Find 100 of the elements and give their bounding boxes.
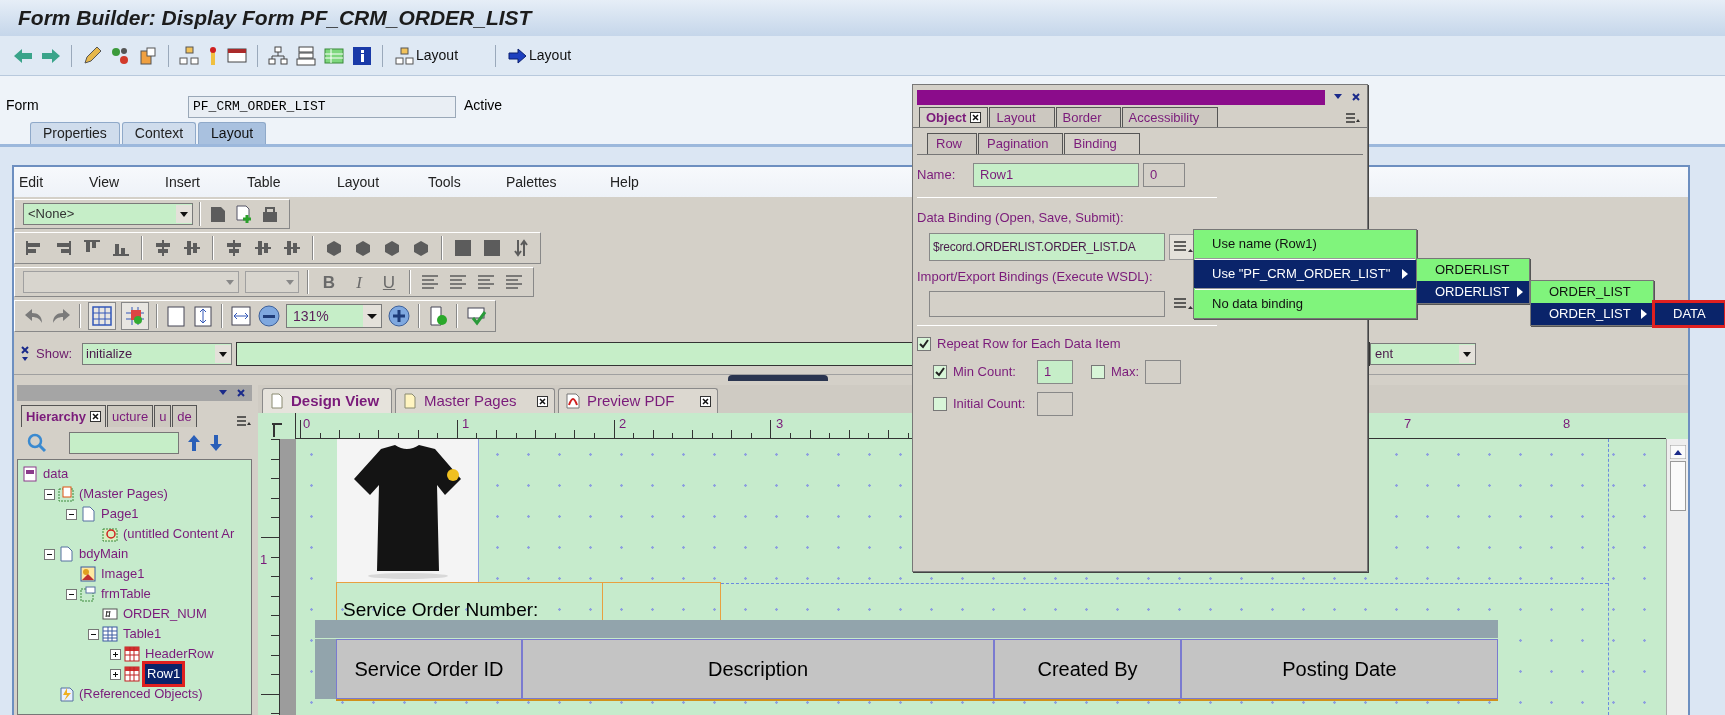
- min-count-field[interactable]: 1: [1037, 359, 1073, 384]
- tree-item[interactable]: Row1: [145, 664, 183, 684]
- tree-item[interactable]: Table1: [123, 624, 162, 644]
- collapse-toggle-icon[interactable]: [88, 628, 99, 640]
- stack-icon[interactable]: [295, 44, 317, 67]
- palette-tab[interactable]: Layout: [989, 107, 1055, 127]
- format-button[interactable]: I: [347, 270, 371, 294]
- info-icon[interactable]: [351, 44, 373, 67]
- checkbox[interactable]: [1091, 364, 1105, 379]
- panel-tab[interactable]: Hierarchy: [21, 405, 106, 427]
- tree-item[interactable]: ORDER_NUM: [123, 604, 207, 624]
- column-header[interactable]: Created By: [994, 639, 1181, 699]
- layout-button[interactable]: Layout: [505, 42, 574, 69]
- format-button[interactable]: U: [377, 270, 401, 294]
- close-icon[interactable]: [20, 344, 30, 355]
- tree-item[interactable]: (untitled Content Ar: [123, 524, 235, 544]
- collapse-icon[interactable]: [1333, 93, 1343, 101]
- language-dropdown[interactable]: ent: [1370, 342, 1476, 365]
- hierarchy-icon[interactable]: [178, 44, 200, 67]
- vertical-scrollbar[interactable]: [1666, 439, 1688, 715]
- form-name-field[interactable]: PF_CRM_ORDER_LIST: [188, 96, 456, 118]
- palette-tab[interactable]: Object: [919, 107, 989, 127]
- spell-check-icon[interactable]: [465, 305, 487, 327]
- palette-subtab[interactable]: Pagination: [978, 133, 1064, 154]
- collapse-toggle-icon[interactable]: [44, 548, 55, 560]
- collapse-toggle-icon[interactable]: [66, 588, 77, 600]
- menu-item[interactable]: Use "PF_CRM_ORDER_LIST": [1194, 260, 1416, 288]
- grid-toggle[interactable]: [88, 302, 116, 330]
- close-icon[interactable]: [537, 395, 548, 407]
- tree-item[interactable]: frmTable: [101, 584, 151, 604]
- help-document-icon[interactable]: [427, 305, 449, 327]
- menu-item[interactable]: Palettes: [506, 173, 557, 190]
- tab[interactable]: Properties: [30, 122, 120, 144]
- collapse-icon[interactable]: [20, 354, 30, 363]
- checkbox[interactable]: [917, 336, 931, 351]
- column-header[interactable]: Description: [522, 639, 994, 699]
- tree-icon[interactable]: [267, 44, 289, 67]
- search-field[interactable]: [69, 432, 179, 454]
- close-icon[interactable]: [1351, 92, 1361, 102]
- square-icon[interactable]: [452, 237, 474, 259]
- checkbox[interactable]: [933, 364, 947, 379]
- menu-item[interactable]: ORDERLIST: [1417, 259, 1529, 281]
- tree-item[interactable]: HeaderRow: [145, 644, 214, 664]
- menu-item[interactable]: ORDERLIST: [1417, 281, 1529, 303]
- close-icon[interactable]: [970, 112, 982, 123]
- max-field[interactable]: [1145, 359, 1182, 384]
- panel-tab[interactable]: de: [172, 405, 197, 427]
- index-field[interactable]: 0: [1143, 163, 1185, 187]
- move-down-icon[interactable]: [209, 434, 223, 452]
- menu-item[interactable]: Tools: [428, 173, 461, 190]
- tab[interactable]: Context: [121, 122, 197, 144]
- column-header[interactable]: Service Order ID: [336, 639, 522, 699]
- zoom-dropdown[interactable]: 131%: [286, 304, 382, 328]
- view-tab[interactable]: Design View: [262, 388, 392, 413]
- panel-menu-icon[interactable]: [1345, 112, 1361, 124]
- tree-item[interactable]: (Master Pages): [79, 484, 168, 504]
- data-binding-field[interactable]: $record.ORDERLIST.ORDER_LIST.DA: [929, 232, 1165, 261]
- collapse-icon[interactable]: [218, 389, 228, 397]
- scroll-up-icon[interactable]: [1669, 445, 1686, 459]
- view-tab[interactable]: Master Pages: [395, 388, 555, 413]
- menu-item[interactable]: No data binding: [1194, 290, 1416, 318]
- view-tab[interactable]: Preview PDF: [558, 388, 718, 413]
- splitter-handle[interactable]: [728, 375, 828, 381]
- palette-tab[interactable]: Accessibility: [1121, 107, 1219, 127]
- tree-item[interactable]: bdyMain: [79, 544, 129, 564]
- tree-item[interactable]: Page1: [101, 504, 139, 524]
- palette-subtab[interactable]: Binding: [1064, 133, 1140, 154]
- layout-button[interactable]: Layout: [392, 42, 461, 69]
- style-dropdown[interactable]: <None>: [23, 203, 193, 225]
- tree-item[interactable]: Image1: [101, 564, 145, 584]
- row-handle[interactable]: [315, 639, 336, 699]
- search-icon[interactable]: [27, 433, 47, 453]
- menu-item[interactable]: Layout: [337, 173, 380, 190]
- expand-toggle-icon[interactable]: [110, 648, 121, 660]
- tab[interactable]: Layout: [198, 122, 267, 144]
- menu-item[interactable]: Edit: [19, 173, 44, 190]
- palette-subtab[interactable]: Row: [927, 133, 977, 154]
- page-icon[interactable]: [165, 305, 187, 327]
- initial-count-field[interactable]: [1037, 391, 1073, 416]
- fit-width-icon[interactable]: [230, 305, 252, 327]
- clipboard-icon[interactable]: [137, 44, 159, 67]
- menu-item[interactable]: Table: [247, 173, 281, 190]
- table-handle-bar[interactable]: [315, 620, 1498, 638]
- panel-menu-icon[interactable]: [236, 415, 252, 427]
- menu-item[interactable]: DATA: [1655, 303, 1724, 325]
- menu-item[interactable]: Use name (Row1): [1194, 230, 1416, 258]
- expand-toggle-icon[interactable]: [110, 668, 121, 680]
- panel-tab[interactable]: ucture: [107, 405, 154, 427]
- collapse-toggle-icon[interactable]: [44, 488, 55, 500]
- column-header[interactable]: Posting Date: [1181, 639, 1498, 699]
- tree-item[interactable]: (Referenced Objects): [79, 684, 203, 704]
- import-export-field[interactable]: [929, 291, 1165, 317]
- checkbox[interactable]: [933, 396, 947, 411]
- scroll-thumb[interactable]: [1669, 461, 1686, 511]
- event-dropdown[interactable]: initialize: [82, 342, 232, 365]
- name-field[interactable]: Row1: [973, 163, 1139, 187]
- menu-item[interactable]: ORDER_LIST: [1531, 303, 1653, 325]
- close-icon[interactable]: [90, 411, 101, 422]
- menu-item[interactable]: Insert: [165, 173, 200, 190]
- square-icon[interactable]: [481, 237, 503, 259]
